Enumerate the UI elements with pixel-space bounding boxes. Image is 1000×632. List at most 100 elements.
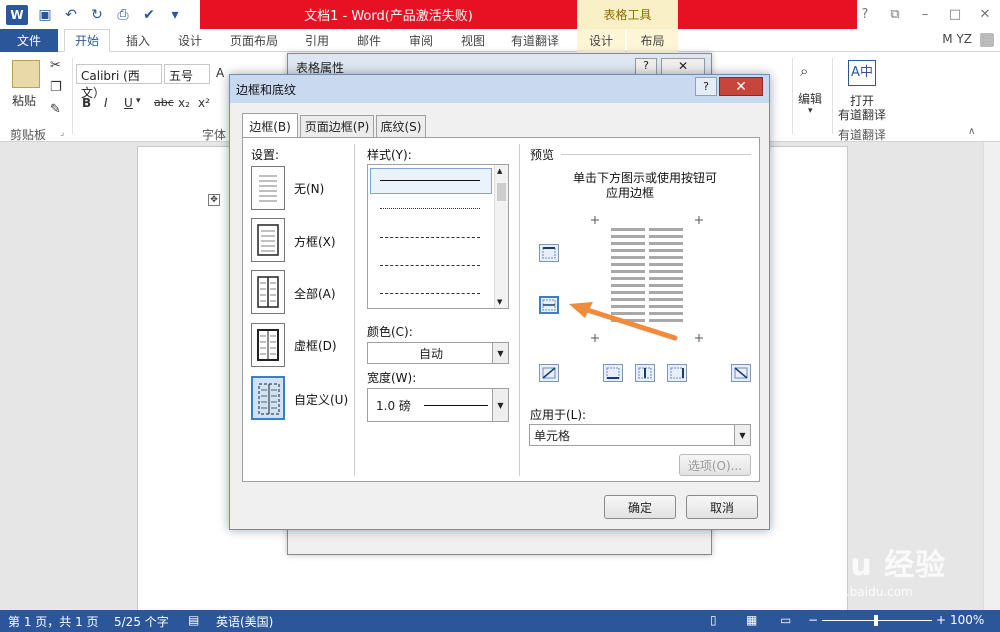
setting-grid-icon[interactable] (251, 323, 285, 367)
diagonal-down-border-button[interactable] (539, 364, 559, 382)
setting-custom-label[interactable]: 自定义(U) (294, 391, 348, 408)
clipboard-launcher-icon[interactable]: ⌟ (60, 128, 64, 138)
tab-borders[interactable]: 边框(B) (242, 113, 298, 138)
restore-button[interactable]: □ (940, 0, 970, 29)
apply-to-dropdown-arrow-icon[interactable]: ▼ (734, 425, 750, 445)
paste-icon[interactable] (12, 60, 40, 88)
youdao-translate-icon[interactable]: A中 (848, 60, 876, 86)
redo-icon[interactable]: ↻ (84, 3, 110, 27)
tab-references[interactable]: 引用 (294, 29, 340, 52)
proofing-icon[interactable]: ▤ (188, 613, 199, 627)
cancel-button[interactable]: 取消 (686, 495, 758, 519)
scroll-up-icon[interactable]: ▲ (497, 167, 502, 175)
setting-custom-icon[interactable] (251, 376, 285, 420)
tab-review[interactable]: 审阅 (398, 29, 444, 52)
font-name-combo[interactable]: Calibri (西文） (76, 64, 162, 100)
line-style-selected-item[interactable] (370, 168, 492, 194)
tab-insert[interactable]: 插入 (116, 29, 160, 52)
youdao-translate-label[interactable]: 有道翻译 (838, 106, 886, 123)
line-style-dotted[interactable] (380, 208, 480, 209)
line-style-solid[interactable] (380, 180, 480, 181)
binoculars-icon[interactable]: ⌕ (800, 62, 824, 84)
tab-home[interactable]: 开始 (64, 29, 110, 52)
page-count[interactable]: 第 1 页，共 1 页 (8, 613, 99, 630)
collapse-ribbon-icon[interactable]: ∧ (968, 126, 975, 137)
ribbon-display-options-icon[interactable]: ⧉ (880, 0, 910, 29)
read-mode-icon[interactable]: ▯ (710, 613, 717, 627)
setting-all-label[interactable]: 全部(A) (294, 285, 336, 302)
word-count[interactable]: 5/25 个字 (114, 613, 169, 630)
line-style-dashed-small[interactable] (380, 237, 480, 238)
zoom-level[interactable]: 100% (950, 613, 984, 627)
scroll-down-icon[interactable]: ▼ (497, 298, 502, 306)
language-indicator[interactable]: 英语(美国) (216, 613, 273, 630)
print-preview-icon[interactable]: ⎙ (110, 3, 136, 27)
close-button[interactable]: ✕ (970, 0, 1000, 29)
format-painter-icon[interactable]: ✎ (50, 102, 61, 117)
underline-dropdown-icon[interactable]: ▾ (136, 96, 141, 106)
zoom-in-icon[interactable]: + (936, 613, 946, 627)
top-border-button[interactable] (539, 244, 559, 262)
tab-page-border[interactable]: 页面边框(P) (300, 115, 374, 137)
superscript-button[interactable]: x² (198, 96, 210, 110)
user-name[interactable]: M YZ (942, 32, 972, 46)
setting-none-label[interactable]: 无(N) (294, 180, 324, 197)
width-dropdown-arrow-icon[interactable]: ▼ (492, 389, 508, 421)
right-border-button[interactable] (667, 364, 687, 382)
strikethrough-button[interactable]: abc (154, 96, 174, 109)
setting-grid-label[interactable]: 虚框(D) (294, 337, 337, 354)
copy-icon[interactable]: ❐ (50, 80, 62, 95)
setting-box-label[interactable]: 方框(X) (294, 233, 336, 250)
tab-table-design[interactable]: 设计 (577, 29, 625, 52)
apply-to-dropdown[interactable]: 单元格 ▼ (529, 424, 751, 446)
inside-vertical-border-button[interactable] (635, 364, 655, 382)
italic-button[interactable]: I (104, 96, 108, 110)
cut-icon[interactable]: ✂ (50, 58, 61, 73)
tab-youdao[interactable]: 有道翻译 (502, 29, 568, 52)
line-style-dash-dot[interactable] (380, 293, 480, 294)
tab-page-layout[interactable]: 页面布局 (222, 29, 286, 52)
customize-qat-icon[interactable]: ▾ (162, 3, 188, 27)
vertical-scrollbar[interactable] (983, 142, 1000, 610)
line-style-scrollbar[interactable]: ▲ ▼ (494, 165, 508, 308)
tab-table-layout[interactable]: 布局 (627, 29, 678, 52)
print-layout-icon[interactable]: ▦ (746, 613, 757, 627)
tab-file[interactable]: 文件 (0, 29, 58, 52)
check-icon[interactable]: ✔ (136, 3, 162, 27)
avatar[interactable] (980, 33, 994, 47)
scroll-thumb[interactable] (497, 183, 506, 201)
dialog-close-button[interactable]: ✕ (719, 77, 763, 96)
underline-button[interactable]: U (124, 96, 133, 110)
web-layout-icon[interactable]: ▭ (780, 613, 791, 627)
zoom-out-icon[interactable]: − (808, 613, 818, 627)
save-icon[interactable]: ▣ (32, 3, 58, 27)
bottom-border-button[interactable] (603, 364, 623, 382)
setting-box-icon[interactable] (251, 218, 285, 262)
setting-none-icon[interactable] (251, 166, 285, 210)
tab-shading[interactable]: 底纹(S) (376, 115, 426, 137)
tab-design[interactable]: 设计 (166, 29, 214, 52)
bold-button[interactable]: B (82, 96, 91, 110)
options-button[interactable]: 选项(O)... (679, 454, 751, 476)
table-move-handle-icon[interactable]: ✥ (208, 194, 220, 206)
minimize-button[interactable]: – (910, 0, 940, 29)
color-dropdown[interactable]: 自动 ▼ (367, 342, 509, 364)
inside-horizontal-border-button[interactable] (539, 296, 559, 314)
editing-button[interactable]: 编辑 (798, 90, 822, 107)
undo-icon[interactable]: ↶ (58, 3, 84, 27)
ok-button[interactable]: 确定 (604, 495, 676, 519)
line-style-list[interactable]: ▲ ▼ (367, 164, 509, 309)
grow-font-icon[interactable]: A (216, 66, 224, 80)
font-size-combo[interactable]: 五号 (164, 64, 210, 84)
paste-button[interactable]: 粘贴 (12, 92, 36, 109)
setting-all-icon[interactable] (251, 270, 285, 314)
tab-view[interactable]: 视图 (450, 29, 496, 52)
line-style-dashed[interactable] (380, 265, 480, 266)
zoom-slider-thumb[interactable] (874, 615, 878, 626)
subscript-button[interactable]: x₂ (178, 96, 190, 110)
tab-mailings[interactable]: 邮件 (346, 29, 392, 52)
dialog-help-button[interactable]: ? (695, 77, 717, 96)
diagonal-up-border-button[interactable] (731, 364, 751, 382)
editing-dropdown-icon[interactable]: ▾ (808, 106, 813, 116)
width-dropdown[interactable]: 1.0 磅 ▼ (367, 388, 509, 422)
